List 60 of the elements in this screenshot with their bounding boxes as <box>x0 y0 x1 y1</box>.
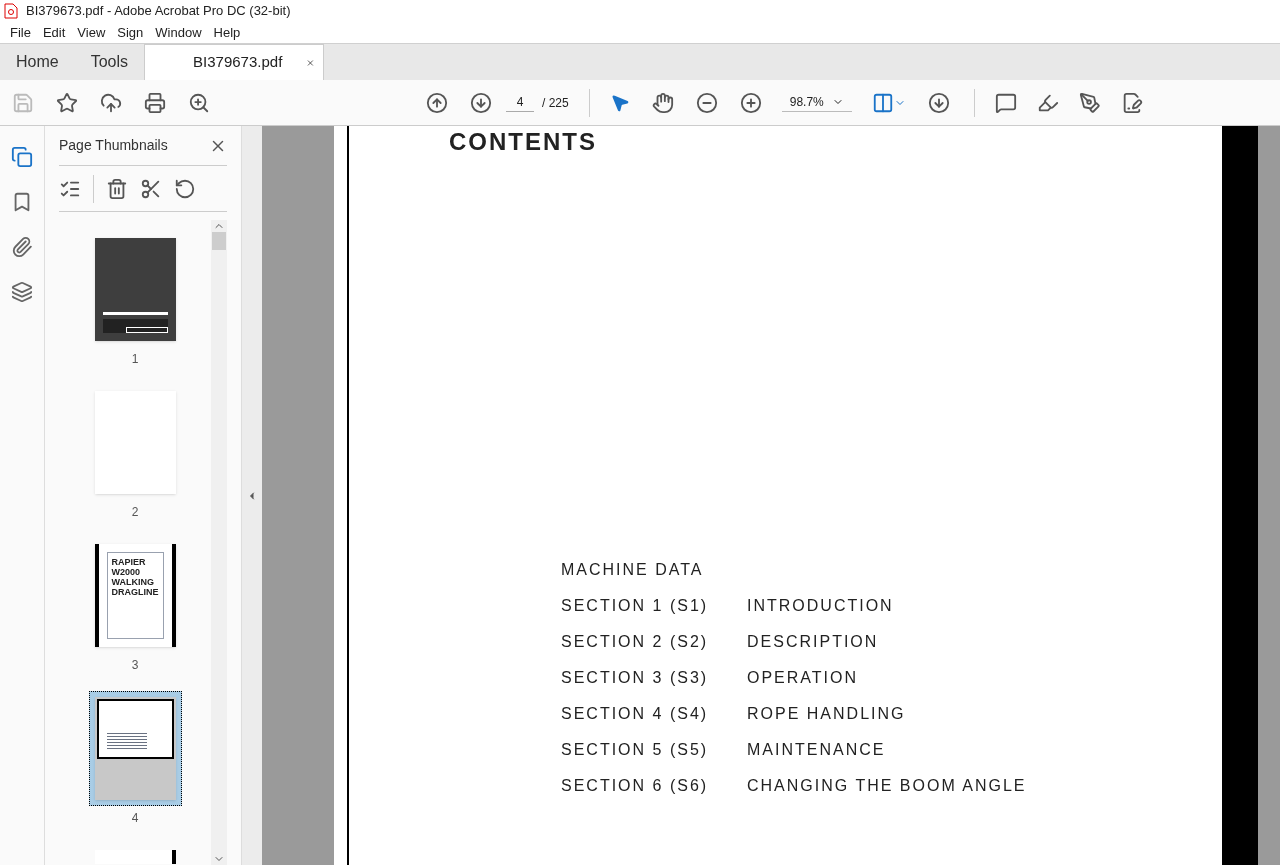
attachment-icon[interactable] <box>11 236 33 258</box>
page-layout-icon[interactable] <box>871 91 894 114</box>
star-icon[interactable] <box>56 91 78 114</box>
menu-item[interactable]: Help <box>207 22 247 43</box>
contents-title: MAINTENANCE <box>747 740 886 760</box>
panel-title: Page Thumbnails <box>59 136 168 155</box>
contents-section: SECTION 4 (S4) <box>561 702 747 726</box>
page-thumbnail[interactable]: RAPIER W2000 WALKING DRAGLINE <box>94 544 176 647</box>
print-icon[interactable] <box>144 91 166 114</box>
page-number: 2 <box>131 504 139 520</box>
zoom-dropdown[interactable]: 98.7% <box>781 93 852 112</box>
pdf-icon <box>4 3 18 19</box>
contents-heading: CONTENTS <box>449 127 598 157</box>
contents-section: SECTION 3 (S3) <box>561 666 747 690</box>
window-title: BI379673.pdf - Adobe Acrobat Pro DC (32-bit) <box>26 2 291 21</box>
menu-item[interactable]: File <box>4 22 37 43</box>
contents-title: CHANGING THE BOOM ANGLE <box>747 776 1027 796</box>
page-thumbnail[interactable] <box>94 391 176 494</box>
contents-section: SECTION 2 (S2) <box>561 630 747 654</box>
tab[interactable]: Tools <box>74 44 145 80</box>
tab[interactable]: Home <box>0 44 75 80</box>
menu-item[interactable]: Edit <box>36 22 72 43</box>
zoom-in-icon[interactable] <box>739 91 762 114</box>
pages-icon[interactable] <box>11 146 33 168</box>
page-number: 4 <box>131 810 139 826</box>
scroll-mode-icon[interactable] <box>927 91 950 114</box>
menu-item[interactable]: View <box>71 22 112 43</box>
contents-title: DESCRIPTION <box>747 632 879 652</box>
menu-item[interactable]: Window <box>149 22 208 43</box>
layers-icon[interactable] <box>11 281 33 303</box>
next-page-icon[interactable] <box>470 91 492 114</box>
comment-icon[interactable] <box>994 91 1017 114</box>
thumbnail-heading: RAPIER W2000 WALKING DRAGLINE <box>111 557 160 597</box>
page-total: / 225 <box>542 94 569 112</box>
scroll-thumb[interactable] <box>212 232 226 250</box>
contents-section: SECTION 5 (S5) <box>561 738 747 762</box>
contents-title: INTRODUCTION <box>747 596 894 616</box>
hand-icon[interactable] <box>651 91 674 114</box>
contents-section: SECTION 6 (S6) <box>561 774 747 798</box>
page-thumbnail[interactable] <box>94 238 176 341</box>
previous-page-icon[interactable] <box>426 91 448 114</box>
contents-section: MACHINE DATA <box>561 558 747 582</box>
contents-section: SECTION 1 (S1) <box>561 594 747 618</box>
page-number: 1 <box>131 351 139 367</box>
trash-icon[interactable] <box>106 177 128 200</box>
page-thumbnail[interactable] <box>94 697 176 800</box>
zoom-out-icon[interactable] <box>695 91 718 114</box>
page-thumbnail[interactable] <box>94 850 176 864</box>
upload-icon[interactable] <box>100 91 122 114</box>
contents-title: OPERATION <box>747 668 859 688</box>
page-field[interactable]: 4 <box>506 93 534 112</box>
pen-icon[interactable] <box>1078 91 1101 114</box>
tab[interactable]: BI379673.pdf <box>144 44 325 80</box>
split-icon[interactable] <box>140 177 162 200</box>
page-number: 3 <box>131 657 139 673</box>
menu-item[interactable]: Sign <box>111 22 150 43</box>
contents-title: ROPE HANDLING <box>747 704 906 724</box>
search-icon[interactable] <box>188 91 210 114</box>
scrollbar[interactable] <box>211 220 227 865</box>
rotate-icon[interactable] <box>174 177 196 200</box>
